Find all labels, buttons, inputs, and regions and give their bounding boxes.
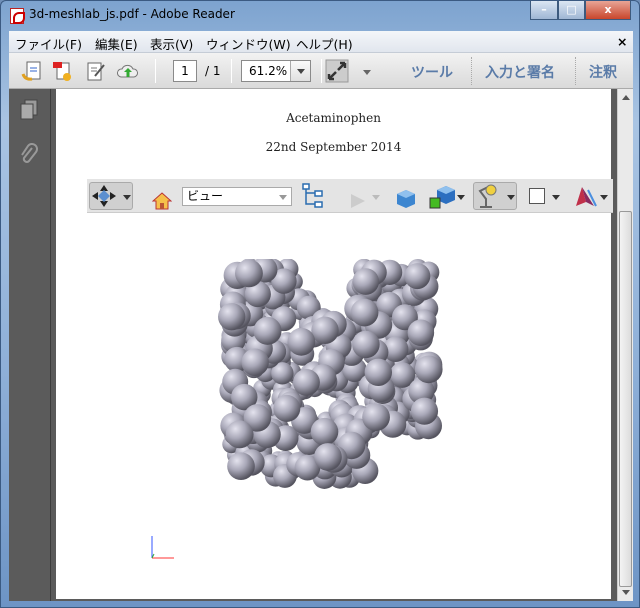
menu-help[interactable]: ヘルプ(H) [296,34,353,53]
document-date: 22nd September 2014 [265,140,402,154]
atom-sphere [273,394,301,422]
atom-sphere [364,358,393,387]
scrollbar-thumb[interactable] [619,211,632,587]
menu-window[interactable]: ウィンドウ(W) [206,34,291,53]
page-total: / 1 [205,64,221,78]
fit-page-icon[interactable] [325,59,349,83]
home-view-icon[interactable] [152,187,172,215]
tools-pane-button[interactable]: ツール [411,62,453,82]
chevron-down-icon[interactable] [123,195,131,204]
title-bar: 3d-meshlab_js.pdf - Adobe Reader – □ x [1,1,639,29]
atom-sphere [241,348,269,377]
model-tree-icon[interactable] [301,182,325,210]
chevron-down-icon[interactable] [552,195,560,204]
pdf-icon [10,8,25,24]
lighting-background-icon[interactable] [429,183,459,211]
scroll-down-icon[interactable] [622,590,630,599]
atom-sphere [253,316,282,345]
atom-sphere [407,319,435,347]
atom-sphere [310,417,339,446]
menu-edit[interactable]: 編集(E) [95,34,138,53]
separator [155,59,156,83]
atom-sphere [225,420,254,449]
create-pdf-icon[interactable] [51,60,73,82]
atom-sphere [352,330,380,359]
view-select[interactable]: ビュー [182,187,292,206]
chevron-down-icon[interactable] [290,61,310,81]
atom-sphere [404,263,431,290]
rotate-icon [92,185,116,207]
navigation-pane [9,89,51,601]
atom-sphere [218,303,246,331]
pdf-page: Acetaminophen 22nd September 2014 [56,89,611,599]
edit-pdf-icon[interactable] [85,60,107,82]
close-document-button[interactable]: × [617,34,627,49]
fill-sign-pane-button[interactable]: 入力と署名 [485,62,555,82]
separator [231,59,232,83]
atom-sphere [293,368,320,396]
window-title: 3d-meshlab_js.pdf - Adobe Reader [29,7,235,21]
maximize-button[interactable]: □ [558,1,585,20]
atom-sphere [314,443,342,471]
atom-sphere [350,298,379,327]
minimize-button[interactable]: – [530,1,558,20]
rotate-tool-button[interactable] [89,182,133,210]
chevron-down-icon [279,195,287,204]
lamp-icon [478,184,497,208]
chevron-down-icon [372,195,380,204]
vertical-scrollbar[interactable] [617,89,633,601]
view-select-value: ビュー [187,189,224,203]
app-window: 3d-meshlab_js.pdf - Adobe Reader – □ x フ… [0,0,640,608]
separator [321,59,322,83]
3d-toolbar: ビュー [87,179,613,213]
menu-bar: ファイル(F) 編集(E) 表示(V) ウィンドウ(W) ヘルプ(H) × [9,31,633,53]
separator [471,57,472,85]
3d-molecule-model[interactable] [216,259,446,494]
main-toolbar: 1 / 1 61.2% ツール 入力と署名 注釈 [9,53,633,89]
open-file-icon[interactable] [21,60,43,82]
atom-sphere [414,355,443,384]
comment-pane-button[interactable]: 注釈 [589,62,617,82]
play-animation-icon [351,194,365,208]
menu-view[interactable]: 表示(V) [150,34,193,53]
cross-section-icon[interactable] [572,183,598,211]
document-area: Acetaminophen 22nd September 2014 [51,89,617,601]
axes-indicator-icon [151,536,174,559]
render-mode-icon[interactable] [395,185,417,213]
chevron-down-icon[interactable] [507,195,515,204]
page-number-input[interactable]: 1 [173,60,197,82]
lighting-button[interactable] [473,182,517,210]
more-tools-chevron-icon[interactable] [363,70,371,79]
separator [575,57,576,85]
zoom-select[interactable]: 61.2% [241,60,311,82]
document-author: Acetaminophen [286,111,381,125]
attachments-icon[interactable] [18,143,40,167]
atom-sphere [362,403,390,432]
close-button[interactable]: x [585,1,631,20]
atom-sphere [410,397,439,425]
chevron-down-icon[interactable] [600,195,608,204]
zoom-value: 61.2% [249,64,288,78]
atom-sphere [311,316,339,345]
chevron-down-icon[interactable] [457,195,465,204]
cloud-upload-icon[interactable] [117,60,139,82]
atom-sphere [235,259,263,288]
atom-sphere [287,327,316,356]
background-color-swatch[interactable] [529,188,545,204]
menu-file[interactable]: ファイル(F) [15,34,82,53]
scroll-up-icon[interactable] [622,91,630,100]
atom-sphere [352,268,380,295]
pages-icon[interactable] [18,98,40,122]
atom-sphere [227,452,255,481]
